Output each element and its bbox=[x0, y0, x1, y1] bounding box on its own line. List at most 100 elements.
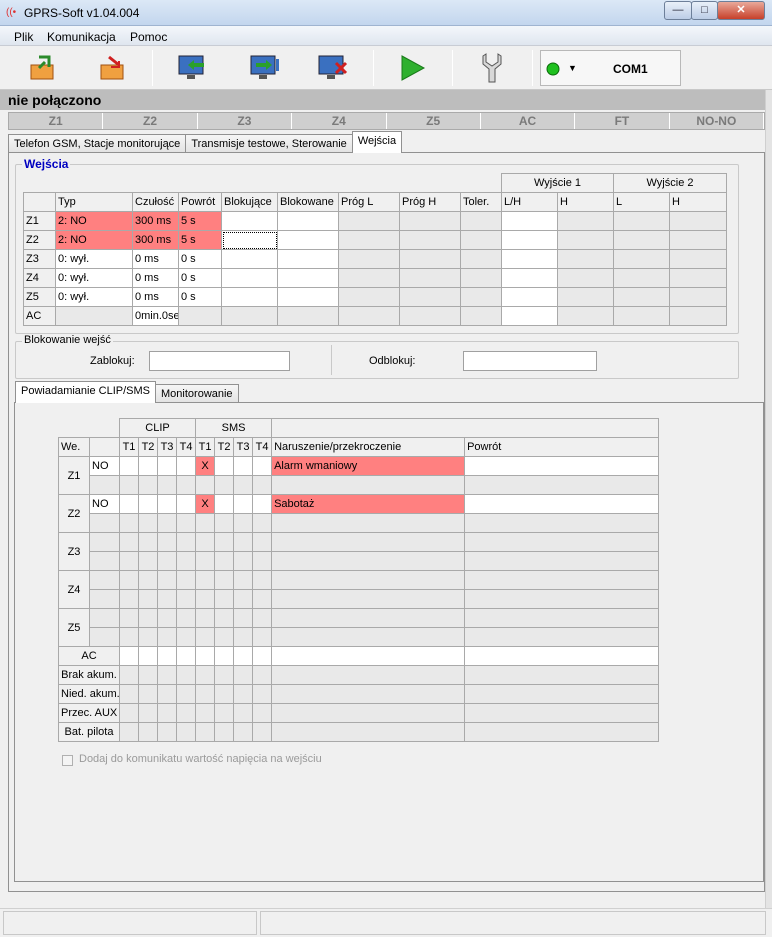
cell[interactable] bbox=[119, 703, 139, 723]
cell[interactable] bbox=[271, 551, 466, 571]
out1-h-cell[interactable] bbox=[557, 268, 614, 288]
sensitivity-cell[interactable]: 0 ms bbox=[132, 268, 179, 288]
cell[interactable] bbox=[464, 551, 660, 571]
mode-cell[interactable] bbox=[89, 608, 120, 628]
cell[interactable] bbox=[214, 513, 235, 533]
threshold-l-cell[interactable] bbox=[338, 230, 400, 250]
cell[interactable] bbox=[214, 684, 235, 704]
return-cell[interactable] bbox=[464, 494, 660, 514]
return-cell[interactable] bbox=[464, 665, 660, 685]
cell[interactable] bbox=[119, 646, 139, 666]
clip-t4-cell[interactable] bbox=[175, 456, 197, 476]
cell[interactable] bbox=[252, 608, 273, 628]
out1-h-cell[interactable] bbox=[557, 211, 614, 231]
return-cell[interactable]: 0 s bbox=[178, 287, 222, 307]
cell[interactable] bbox=[175, 722, 197, 742]
sms-t2-cell[interactable] bbox=[214, 456, 235, 476]
sms-t3-cell[interactable] bbox=[233, 494, 254, 514]
cell[interactable] bbox=[233, 646, 254, 666]
cell[interactable] bbox=[233, 532, 254, 552]
mode-cell[interactable] bbox=[89, 570, 120, 590]
cell[interactable] bbox=[464, 589, 660, 609]
cell[interactable] bbox=[233, 608, 254, 628]
violation-cell[interactable]: Sabotaż bbox=[271, 494, 466, 514]
tab-transmisje[interactable]: Transmisje testowe, Sterowanie bbox=[185, 134, 353, 153]
tolerance-cell[interactable] bbox=[460, 268, 502, 288]
cell[interactable] bbox=[252, 475, 273, 495]
cell[interactable] bbox=[271, 589, 466, 609]
sms-t1-cell[interactable] bbox=[195, 570, 216, 590]
cell[interactable] bbox=[138, 551, 158, 571]
return-cell[interactable]: 0 s bbox=[178, 268, 222, 288]
menu-plik[interactable]: Plik bbox=[14, 30, 33, 44]
tab-wejscia[interactable]: Wejścia bbox=[351, 131, 403, 153]
cell[interactable] bbox=[175, 551, 197, 571]
cell[interactable] bbox=[252, 589, 273, 609]
cell[interactable] bbox=[233, 551, 254, 571]
cell[interactable] bbox=[233, 703, 254, 723]
cell[interactable] bbox=[233, 513, 254, 533]
lock-input[interactable] bbox=[149, 351, 290, 371]
blocking-cell[interactable] bbox=[221, 268, 278, 288]
cell[interactable] bbox=[119, 570, 139, 590]
cell[interactable] bbox=[175, 703, 197, 723]
blocked-cell[interactable] bbox=[277, 211, 339, 231]
type-cell[interactable]: 0: wył. bbox=[55, 268, 133, 288]
cell[interactable] bbox=[119, 627, 139, 647]
tab-powiadamianie[interactable]: Powiadamianie CLIP/SMS bbox=[15, 381, 157, 403]
close-button[interactable]: ✕ bbox=[717, 1, 765, 20]
blocked-cell[interactable] bbox=[277, 268, 339, 288]
cell[interactable] bbox=[214, 570, 235, 590]
type-cell[interactable]: 2: NO bbox=[55, 230, 133, 250]
clip-t2-cell[interactable] bbox=[138, 494, 158, 514]
clip-t4-cell[interactable] bbox=[175, 494, 197, 514]
tolerance-cell[interactable] bbox=[460, 287, 502, 307]
sms-t3-cell[interactable] bbox=[233, 456, 254, 476]
cell[interactable] bbox=[464, 627, 660, 647]
cell[interactable] bbox=[138, 665, 158, 685]
return-cell[interactable]: 0 s bbox=[178, 249, 222, 269]
cell[interactable] bbox=[157, 513, 177, 533]
sensitivity-cell[interactable]: 0min.0se bbox=[132, 306, 179, 326]
cell[interactable] bbox=[119, 589, 139, 609]
blocked-cell[interactable] bbox=[277, 230, 339, 250]
cell[interactable] bbox=[138, 532, 158, 552]
cell[interactable] bbox=[195, 722, 216, 742]
cell[interactable] bbox=[233, 570, 254, 590]
blocking-cell[interactable] bbox=[221, 287, 278, 307]
blocked-cell[interactable] bbox=[277, 249, 339, 269]
tab-monitorowanie[interactable]: Monitorowanie bbox=[155, 384, 239, 403]
threshold-l-cell[interactable] bbox=[338, 287, 400, 307]
cell[interactable] bbox=[138, 684, 158, 704]
cell[interactable] bbox=[252, 646, 273, 666]
threshold-h-cell[interactable] bbox=[399, 306, 461, 326]
com-port-selector[interactable]: ▼ COM1 bbox=[540, 50, 681, 86]
tolerance-cell[interactable] bbox=[460, 211, 502, 231]
threshold-h-cell[interactable] bbox=[399, 230, 461, 250]
cell[interactable] bbox=[252, 532, 273, 552]
cell[interactable] bbox=[252, 722, 273, 742]
violation-cell[interactable] bbox=[271, 646, 466, 666]
threshold-h-cell[interactable] bbox=[399, 287, 461, 307]
cell[interactable] bbox=[252, 703, 273, 723]
cell[interactable] bbox=[271, 513, 466, 533]
blocked-cell[interactable] bbox=[277, 287, 339, 307]
cell[interactable] bbox=[138, 570, 158, 590]
cell[interactable] bbox=[214, 589, 235, 609]
cell[interactable] bbox=[157, 703, 177, 723]
cell[interactable] bbox=[214, 532, 235, 552]
cell[interactable] bbox=[175, 570, 197, 590]
tolerance-cell[interactable] bbox=[460, 249, 502, 269]
cell[interactable] bbox=[175, 646, 197, 666]
sensitivity-cell[interactable]: 0 ms bbox=[132, 249, 179, 269]
threshold-h-cell[interactable] bbox=[399, 211, 461, 231]
settings-button[interactable] bbox=[460, 50, 524, 86]
cell[interactable] bbox=[233, 589, 254, 609]
return-cell[interactable] bbox=[178, 306, 222, 326]
cell[interactable] bbox=[195, 703, 216, 723]
clip-t3-cell[interactable] bbox=[157, 456, 177, 476]
cell[interactable] bbox=[252, 684, 273, 704]
cell[interactable] bbox=[214, 608, 235, 628]
cell[interactable] bbox=[195, 627, 216, 647]
cell[interactable] bbox=[195, 475, 216, 495]
